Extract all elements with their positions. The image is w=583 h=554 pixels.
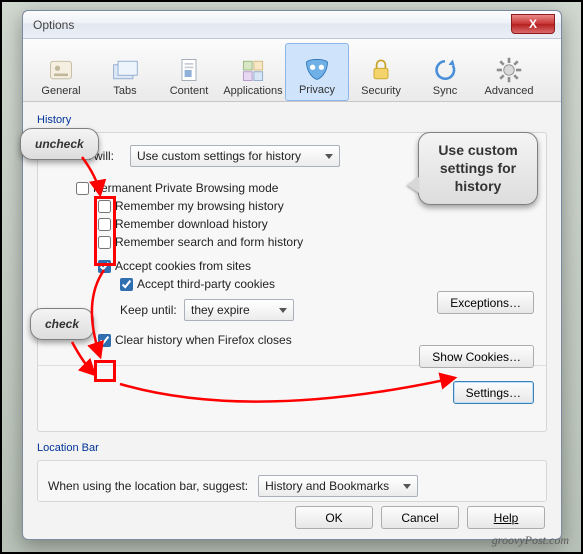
remember-download-checkbox[interactable] — [98, 218, 111, 231]
remember-forms-label: Remember search and form history — [115, 235, 303, 249]
options-window: Options X General Tabs Content Appl — [22, 10, 562, 540]
help-button[interactable]: Help — [467, 506, 545, 529]
watermark: groovyPost.com — [492, 533, 569, 548]
tab-label: Applications — [223, 85, 282, 97]
keep-until-value: they expire — [191, 303, 250, 317]
clear-settings-button[interactable]: Settings… — [453, 381, 534, 404]
suggest-label: When using the location bar, suggest: — [48, 479, 248, 493]
keep-until-select[interactable]: they expire — [184, 299, 294, 321]
remember-download-label: Remember download history — [115, 217, 268, 231]
lock-icon — [363, 55, 399, 85]
accept-third-label: Accept third-party cookies — [137, 277, 275, 291]
tab-content[interactable]: Content — [157, 43, 221, 101]
mask-icon — [299, 54, 335, 84]
tab-label: Privacy — [299, 84, 335, 96]
gear-icon — [491, 55, 527, 85]
annotation-check: check — [30, 308, 94, 340]
ppb-checkbox[interactable] — [76, 182, 89, 195]
switch-icon — [43, 55, 79, 85]
tab-sync[interactable]: Sync — [413, 43, 477, 101]
remember-browsing-label: Remember my browsing history — [115, 199, 284, 213]
tab-privacy[interactable]: Privacy — [285, 43, 349, 101]
chevron-down-icon — [403, 484, 411, 489]
window-title: Options — [23, 18, 74, 32]
chevron-down-icon — [325, 154, 333, 159]
suggest-select[interactable]: History and Bookmarks — [258, 475, 418, 497]
tab-label: Advanced — [485, 85, 534, 97]
keep-until-label: Keep until: — [120, 303, 184, 317]
show-cookies-button[interactable]: Show Cookies… — [419, 345, 534, 368]
locationbar-group-label: Location Bar — [37, 442, 547, 454]
tab-label: Security — [361, 85, 401, 97]
exceptions-button[interactable]: Exceptions… — [437, 291, 534, 314]
accept-third-checkbox[interactable] — [120, 278, 133, 291]
tab-label: Tabs — [113, 85, 136, 97]
ok-button[interactable]: OK — [295, 506, 373, 529]
annotation-use-custom: Use custom settings for history — [418, 132, 538, 205]
apps-icon — [235, 55, 271, 85]
tab-label: Sync — [433, 85, 457, 97]
ppb-label: Permanent Private Browsing mode — [93, 181, 278, 195]
titlebar: Options X — [23, 11, 561, 39]
tab-applications[interactable]: Applications — [221, 43, 285, 101]
remember-forms-checkbox[interactable] — [98, 236, 111, 249]
history-mode-select[interactable]: Use custom settings for history — [130, 145, 340, 167]
tab-general[interactable]: General — [29, 43, 93, 101]
category-tabs: General Tabs Content Applications Privac… — [23, 39, 561, 102]
sync-icon — [427, 55, 463, 85]
accept-cookies-checkbox[interactable] — [98, 260, 111, 273]
tab-advanced[interactable]: Advanced — [477, 43, 541, 101]
tab-label: General — [41, 85, 80, 97]
history-group-label: History — [37, 114, 547, 126]
clear-on-close-checkbox[interactable] — [98, 334, 111, 347]
suggest-value: History and Bookmarks — [265, 479, 389, 493]
annotation-uncheck: uncheck — [20, 128, 99, 160]
document-icon — [171, 55, 207, 85]
locationbar-groupbox: When using the location bar, suggest: Hi… — [37, 460, 547, 502]
dialog-footer: OK Cancel Help — [295, 506, 545, 529]
tab-tabs[interactable]: Tabs — [93, 43, 157, 101]
window-close-button[interactable]: X — [511, 14, 555, 34]
remember-browsing-checkbox[interactable] — [98, 200, 111, 213]
tab-label: Content — [170, 85, 209, 97]
tabs-icon — [107, 55, 143, 85]
tab-security[interactable]: Security — [349, 43, 413, 101]
clear-on-close-label: Clear history when Firefox closes — [115, 333, 292, 347]
chevron-down-icon — [279, 308, 287, 313]
history-mode-value: Use custom settings for history — [137, 149, 301, 163]
accept-cookies-label: Accept cookies from sites — [115, 259, 251, 273]
cancel-button[interactable]: Cancel — [381, 506, 459, 529]
